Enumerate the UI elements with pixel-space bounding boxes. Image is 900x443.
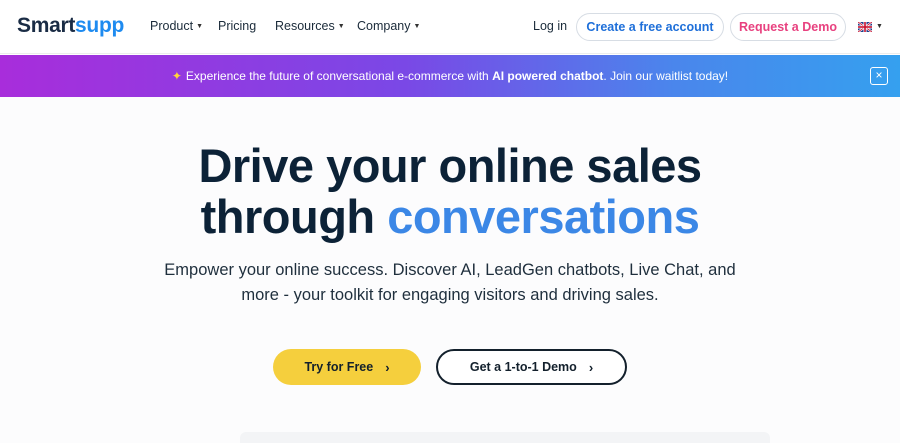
- login-link[interactable]: Log in: [533, 19, 567, 33]
- hero-title-line1: Drive your online sales: [198, 139, 702, 192]
- sparkle-icon: ✦: [171, 69, 182, 83]
- top-navigation: Smartsupp Product ▼ Pricing Resources ▼ …: [0, 0, 900, 54]
- uk-flag-icon[interactable]: [858, 22, 872, 32]
- hero-title-accent: conversations: [387, 190, 700, 243]
- banner-text-bold: AI powered chatbot: [492, 69, 604, 83]
- logo-text-part2: supp: [75, 14, 124, 37]
- caret-down-icon: ▼: [413, 22, 421, 30]
- get-demo-button[interactable]: Get a 1-to-1 Demo ›: [436, 349, 627, 385]
- nav-item-pricing[interactable]: Pricing: [218, 19, 256, 33]
- close-icon[interactable]: ×: [870, 67, 888, 85]
- nav-item-label: Company: [357, 19, 411, 33]
- create-account-button[interactable]: Create a free account: [576, 13, 724, 41]
- nav-item-label: Product: [150, 19, 194, 33]
- chevron-right-icon: ›: [385, 359, 390, 375]
- hero-title-line2: through conversations: [0, 192, 900, 242]
- try-for-free-label: Try for Free: [304, 360, 374, 374]
- hero-subtitle-line2: more - your toolkit for engaging visitor…: [241, 286, 659, 304]
- language-caret-icon[interactable]: ▼: [876, 23, 883, 30]
- chevron-right-icon: ›: [588, 359, 594, 375]
- banner-text-start: Experience the future of conversational …: [185, 69, 493, 83]
- nav-item-label: Resources: [275, 19, 335, 33]
- product-preview-card: [240, 432, 770, 443]
- banner-text-end: . Join our waitlist today!: [603, 69, 729, 83]
- get-demo-label: Get a 1-to-1 Demo: [469, 360, 577, 374]
- hero-subtitle-line1: Empower your online success. Discover AI…: [164, 261, 736, 279]
- request-demo-button[interactable]: Request a Demo: [730, 13, 846, 41]
- caret-down-icon: ▼: [337, 22, 345, 30]
- nav-item-label: Pricing: [218, 19, 257, 33]
- hero-title-plain: through: [200, 190, 388, 243]
- caret-down-icon: ▼: [196, 22, 204, 30]
- announcement-banner[interactable]: ✦ Experience the future of conversationa…: [0, 55, 900, 97]
- hero-section: Drive your online sales through conversa…: [0, 97, 900, 443]
- logo-text-part1: Smart: [17, 14, 76, 37]
- try-for-free-button[interactable]: Try for Free ›: [273, 349, 421, 385]
- nav-item-product[interactable]: Product ▼: [150, 19, 203, 33]
- nav-item-resources[interactable]: Resources ▼: [275, 19, 345, 33]
- nav-item-company[interactable]: Company ▼: [357, 19, 420, 33]
- smartsupp-logo[interactable]: Smartsupp: [17, 14, 124, 38]
